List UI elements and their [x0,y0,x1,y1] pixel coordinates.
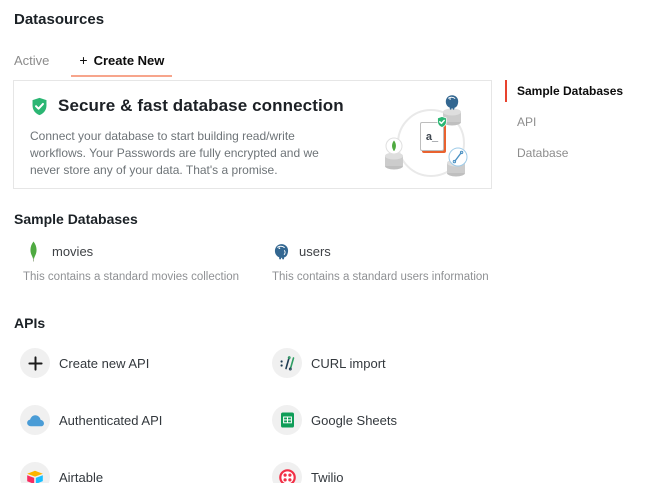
banner-description: Connect your database to start building … [30,128,352,179]
cloud-icon [20,405,50,435]
tab-bar: Active + Create New [14,52,164,68]
api-item-create-new[interactable]: Create new API [20,348,272,378]
api-item-google-sheets[interactable]: Google Sheets [272,405,524,435]
tab-active[interactable]: Active [14,53,49,68]
api-item-twilio[interactable]: Twilio [272,462,524,483]
plus-icon [20,348,50,378]
google-sheets-icon [272,405,302,435]
mongodb-icon [28,241,39,262]
postgresql-icon [273,243,290,260]
twilio-icon [272,462,302,483]
tab-create-new[interactable]: + Create New [79,52,164,68]
apis-heading: APIs [14,315,45,331]
shield-check-icon [30,97,49,116]
sample-db-name: users [299,244,331,259]
nav-item-sample-databases[interactable]: Sample Databases [505,80,645,102]
postgresql-icon [446,95,458,110]
sample-db-card-movies[interactable]: movies This contains a standard movies c… [20,240,269,283]
api-item-curl-import[interactable]: CURL import [272,348,524,378]
database-connection-illustration: a_ [381,93,485,183]
illustration-api-node [445,145,469,179]
api-list: Create new API CURL import Authenticated… [20,348,524,483]
banner-title: Secure & fast database connection [58,96,344,116]
sample-db-description: This contains a standard movies collecti… [20,271,269,283]
illustration-mongodb-node [383,137,405,171]
airtable-icon [20,462,50,483]
api-item-label: Twilio [311,470,344,483]
plus-icon: + [79,52,87,68]
sample-databases-heading: Sample Databases [14,211,138,227]
api-item-label: Airtable [59,470,103,483]
shield-check-badge-icon [436,116,448,128]
section-nav: Sample Databases API Database [505,80,645,173]
api-item-label: Google Sheets [311,413,397,428]
sample-database-list: movies This contains a standard movies c… [20,240,518,283]
nav-item-database[interactable]: Database [505,142,645,164]
api-item-label: CURL import [311,356,386,371]
api-item-airtable[interactable]: Airtable [20,462,272,483]
api-item-authenticated-api[interactable]: Authenticated API [20,405,272,435]
api-item-label: Authenticated API [59,413,162,428]
page-title: Datasources [14,11,104,28]
curl-icon [272,348,302,378]
sample-db-description: This contains a standard users informati… [269,271,518,283]
nav-item-api[interactable]: API [505,111,645,133]
tab-create-new-label: Create New [94,53,165,68]
api-item-label: Create new API [59,356,149,371]
secure-connection-banner: Secure & fast database connection Connec… [13,80,492,189]
sample-db-name: movies [52,244,93,259]
sample-db-card-users[interactable]: users This contains a standard users inf… [269,240,518,283]
